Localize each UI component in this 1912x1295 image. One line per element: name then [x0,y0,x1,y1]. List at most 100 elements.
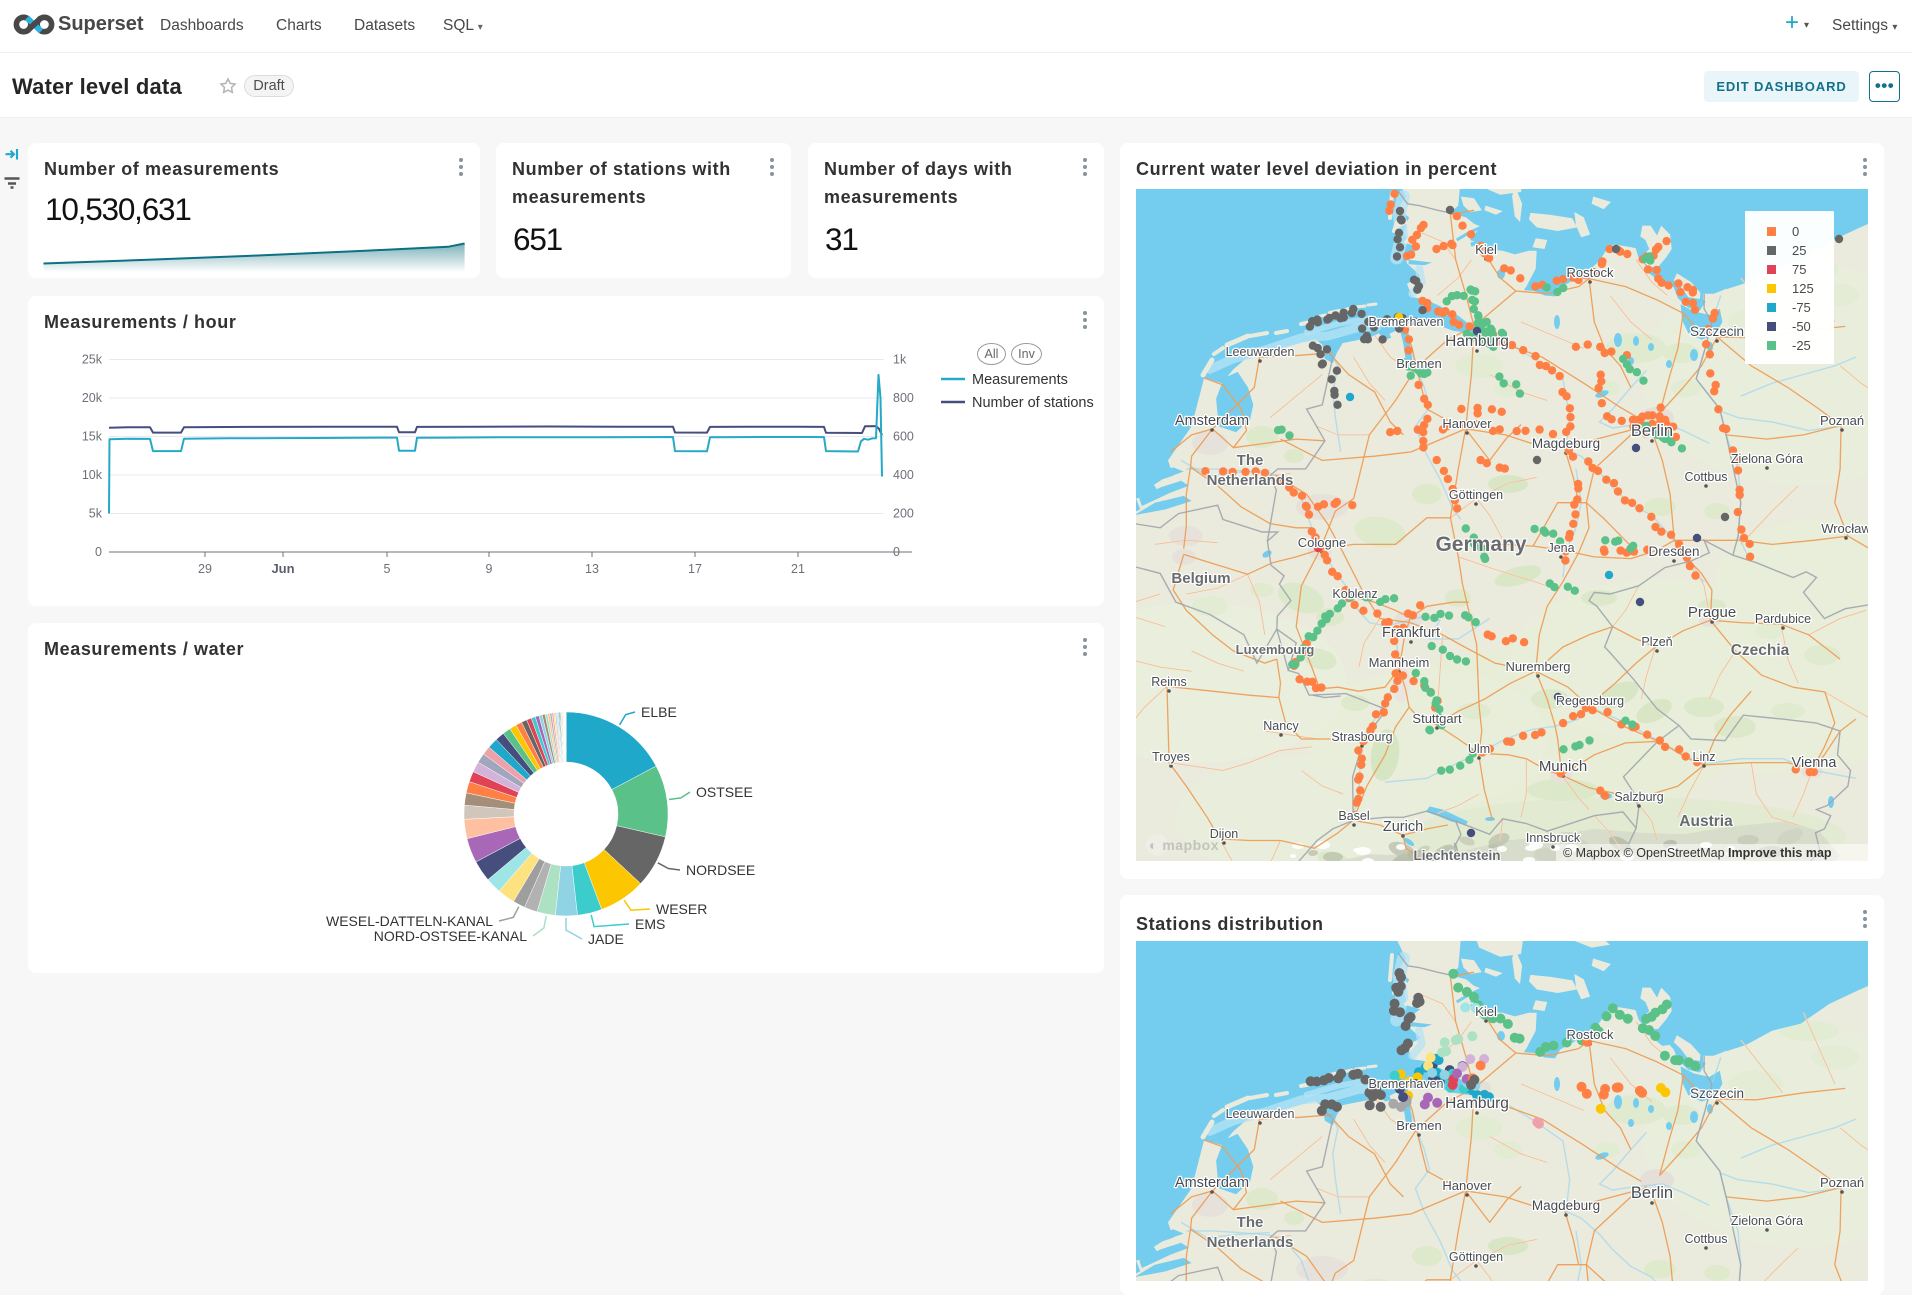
svg-text:Hanover: Hanover [1442,1178,1492,1193]
svg-text:Jena: Jena [1547,541,1574,555]
svg-text:20k: 20k [82,391,103,405]
svg-text:EMS: EMS [635,916,665,932]
svg-text:Göttingen: Göttingen [1449,1250,1503,1264]
svg-text:Nuremberg: Nuremberg [1505,659,1570,674]
svg-text:OSTSEE: OSTSEE [696,784,753,800]
svg-text:9: 9 [486,562,493,576]
svg-text:17: 17 [688,562,702,576]
svg-text:Cottbus: Cottbus [1684,470,1727,484]
svg-text:Stuttgart: Stuttgart [1412,711,1462,726]
svg-text:Poznań: Poznań [1820,1175,1864,1190]
svg-text:Berlin: Berlin [1631,422,1673,440]
svg-text:Number of stations: Number of stations [972,395,1094,411]
svg-text:© Mapbox © OpenStreetMap Impro: © Mapbox © OpenStreetMap Improve this ma… [1563,846,1832,860]
svg-text:5k: 5k [89,507,103,521]
svg-text:Hanover: Hanover [1442,416,1492,431]
svg-text:Measurements: Measurements [972,372,1068,388]
svg-text:Troyes: Troyes [1152,750,1190,764]
svg-text:0: 0 [893,545,900,559]
svg-text:400: 400 [893,468,914,482]
svg-text:0: 0 [95,545,102,559]
svg-text:All: All [985,347,999,361]
svg-text:Austria: Austria [1679,813,1733,830]
svg-text:0: 0 [1792,224,1799,239]
svg-text:25: 25 [1792,243,1806,258]
svg-text:Mannheim: Mannheim [1369,655,1430,670]
svg-text:Ulm: Ulm [1468,742,1490,756]
svg-text:Prague: Prague [1688,604,1736,621]
svg-text:Bremerhaven: Bremerhaven [1368,1077,1443,1091]
svg-text:1k: 1k [893,353,907,367]
svg-text:Frankfurt: Frankfurt [1382,625,1440,641]
svg-text:21: 21 [791,562,805,576]
svg-text:Rostock: Rostock [1567,265,1614,280]
svg-text:Magdeburg: Magdeburg [1532,436,1600,451]
svg-text:29: 29 [198,562,212,576]
svg-text:Cottbus: Cottbus [1684,1232,1727,1246]
svg-text:-25: -25 [1792,338,1811,353]
svg-text:Pardubice: Pardubice [1755,612,1811,626]
svg-text:◐ mapbox: ◐ mapbox [1149,837,1219,853]
svg-text:-50: -50 [1792,319,1811,334]
svg-text:-75: -75 [1792,300,1811,315]
svg-text:Kiel: Kiel [1475,242,1497,257]
svg-text:ELBE: ELBE [641,704,677,720]
svg-text:5: 5 [384,562,391,576]
svg-text:Bremen: Bremen [1396,1118,1442,1133]
svg-text:Göttingen: Göttingen [1449,488,1503,502]
svg-text:Germany: Germany [1435,533,1526,556]
svg-text:Amsterdam: Amsterdam [1175,1175,1249,1191]
svg-text:Vienna: Vienna [1792,755,1838,771]
svg-text:Zielona Góra: Zielona Góra [1731,1214,1803,1228]
svg-text:Leeuwarden: Leeuwarden [1226,1107,1295,1121]
svg-text:Regensburg: Regensburg [1556,694,1624,708]
svg-text:Inv: Inv [1018,347,1035,361]
svg-text:Netherlands: Netherlands [1207,1234,1294,1251]
svg-text:Berlin: Berlin [1631,1184,1673,1202]
svg-text:Dresden: Dresden [1648,544,1699,559]
svg-text:Salzburg: Salzburg [1614,790,1663,804]
svg-text:Koblenz: Koblenz [1332,587,1377,601]
svg-text:The: The [1237,452,1264,469]
svg-text:Wrocław: Wrocław [1821,521,1868,536]
svg-text:200: 200 [893,507,914,521]
svg-text:25k: 25k [82,353,103,367]
svg-text:15k: 15k [82,430,103,444]
svg-text:600: 600 [893,430,914,444]
svg-text:Zurich: Zurich [1383,819,1423,835]
svg-text:WESER: WESER [656,901,707,917]
svg-text:Innsbruck: Innsbruck [1526,831,1581,845]
svg-text:Hamburg: Hamburg [1445,1095,1509,1112]
svg-text:125: 125 [1792,281,1814,296]
svg-text:WESEL-DATTELN-KANAL: WESEL-DATTELN-KANAL [326,913,493,929]
svg-text:Luxembourg: Luxembourg [1236,642,1315,657]
svg-text:Szczecin: Szczecin [1690,324,1744,339]
svg-text:Amsterdam: Amsterdam [1175,413,1249,429]
svg-text:Basel: Basel [1338,809,1369,823]
svg-text:Cologne: Cologne [1298,535,1346,550]
svg-text:Munich: Munich [1539,758,1587,775]
svg-text:NORDSEE: NORDSEE [686,862,755,878]
svg-text:10k: 10k [82,468,103,482]
svg-text:Linz: Linz [1693,750,1716,764]
svg-text:Zielona Góra: Zielona Góra [1731,452,1803,466]
svg-text:Czechia: Czechia [1731,642,1790,659]
svg-text:NORD-OSTSEE-KANAL: NORD-OSTSEE-KANAL [374,928,527,944]
svg-text:The: The [1237,1214,1264,1231]
svg-text:Magdeburg: Magdeburg [1532,1198,1600,1213]
svg-text:Plzeň: Plzeň [1641,635,1672,649]
svg-text:Kiel: Kiel [1475,1004,1497,1019]
svg-text:Reims: Reims [1151,675,1186,689]
svg-text:Szczecin: Szczecin [1690,1086,1744,1101]
svg-text:Hamburg: Hamburg [1445,333,1509,350]
svg-text:Strasbourg: Strasbourg [1331,730,1392,744]
svg-text:JADE: JADE [588,931,624,947]
svg-text:13: 13 [585,562,599,576]
svg-text:Liechtenstein: Liechtenstein [1413,848,1500,861]
svg-text:Rostock: Rostock [1567,1027,1614,1042]
svg-text:800: 800 [893,391,914,405]
svg-text:Poznań: Poznań [1820,413,1864,428]
svg-text:Leeuwarden: Leeuwarden [1226,345,1295,359]
svg-text:Nancy: Nancy [1263,719,1299,733]
svg-text:Belgium: Belgium [1171,570,1230,587]
